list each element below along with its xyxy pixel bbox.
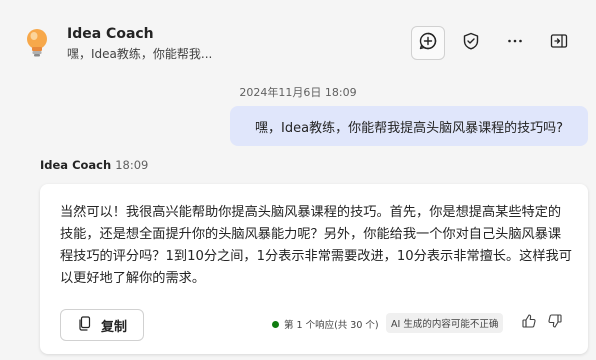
copy-button[interactable]: 复制 [60,309,144,341]
status-dot-icon [272,320,279,328]
response-counter: 第 1 个响应(共 30 个) [272,317,379,331]
more-icon [505,31,525,55]
response-counter-text: 第 1 个响应(共 30 个) [284,320,379,331]
thumbs-up-icon [521,313,537,333]
lightbulb-icon [24,28,50,58]
bot-message-header: Idea Coach 18:09 [40,158,148,172]
conversation-timestamp: 2024年11月6日 18:09 [239,86,357,99]
ai-disclaimer-badge: AI 生成的内容可能不正确 [386,313,504,333]
new-chat-icon [418,31,438,55]
thumbs-down-button[interactable] [546,314,564,332]
bot-title: Idea Coach [67,26,154,42]
ai-disclaimer-text: AI 生成的内容可能不正确 [391,319,499,330]
user-message-text: 嘿，Idea教练，你能帮我提高头脑风暴课程的技巧吗? [255,120,563,136]
sidebar-toggle-button[interactable] [542,26,576,60]
more-options-button[interactable] [498,26,532,60]
bot-message-time: 18:09 [115,158,149,172]
sidebar-toggle-icon [549,31,569,55]
chat-preview: 嘿，Idea教练，你能帮我... [67,47,213,61]
bot-message-card: 当然可以！我很高兴能帮助你提高头脑风暴课程的技巧。首先，你是想提高某些特定的技能… [40,184,588,354]
bot-message-author: Idea Coach [40,158,112,172]
privacy-shield-button[interactable] [454,26,488,60]
shield-check-icon [461,31,481,55]
user-message-bubble: 嘿，Idea教练，你能帮我提高头脑风暴课程的技巧吗? [230,106,588,146]
copy-icon [77,315,93,335]
thumbs-up-button[interactable] [520,314,538,332]
new-chat-button[interactable] [411,26,445,60]
chat-header: Idea Coach 嘿，Idea教练，你能帮我... [0,0,596,84]
bot-message-text: 当然可以！我很高兴能帮助你提高头脑风暴课程的技巧。首先，你是想提高某些特定的技能… [60,205,572,286]
copy-button-label: 复制 [100,319,127,335]
thumbs-down-icon [547,313,563,333]
